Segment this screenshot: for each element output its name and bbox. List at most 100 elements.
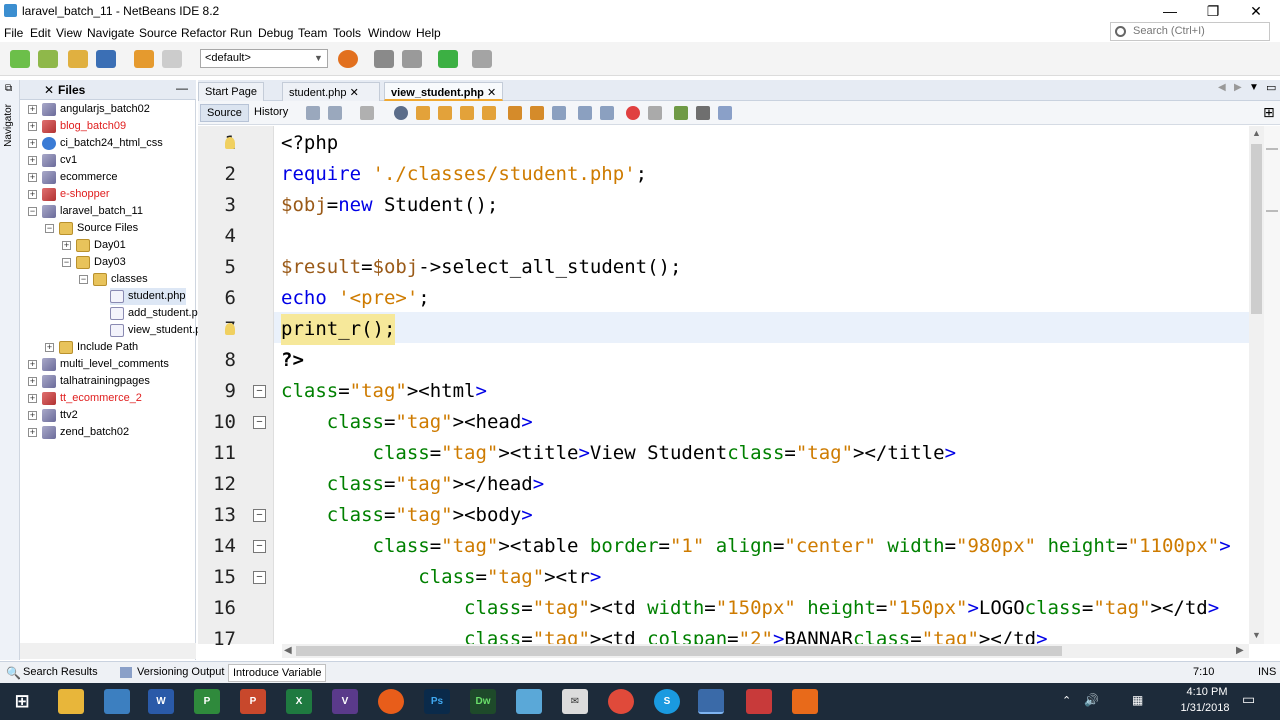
files-hscroll[interactable]	[20, 643, 196, 659]
minimize-button[interactable]: —	[1150, 2, 1190, 20]
expand-icon[interactable]: +	[28, 428, 37, 437]
code-line[interactable]: class="tag"><tr>	[281, 562, 601, 593]
photoshop-icon[interactable]: Ps	[424, 689, 450, 714]
files-title[interactable]: Files	[58, 83, 85, 97]
find-previous-icon[interactable]	[416, 106, 430, 120]
fold-icon[interactable]: −	[253, 509, 266, 522]
tab-student-php[interactable]: student.php ✕	[282, 82, 380, 101]
expand-icon[interactable]: +	[28, 377, 37, 386]
open-project-icon[interactable]	[68, 50, 88, 68]
scroll-down-icon[interactable]: ▼	[1252, 630, 1261, 640]
editor-vscroll[interactable]: ▲ ▼	[1249, 126, 1264, 644]
collapse-icon[interactable]: −	[28, 207, 37, 216]
tree-item-tt-ecommerce-2[interactable]: tt_ecommerce_2	[42, 390, 142, 407]
netbeans-taskbar-icon[interactable]	[698, 689, 724, 714]
tree-item-zend[interactable]: zend_batch02	[42, 424, 129, 441]
search-input[interactable]: Search (Ctrl+I)	[1110, 22, 1270, 41]
code-line[interactable]: class="tag"><body>	[281, 500, 533, 531]
files-close-icon[interactable]: ✕	[44, 83, 54, 97]
shift-left-icon[interactable]	[578, 106, 592, 120]
tree-item-multi-level-comments[interactable]: multi_level_comments	[42, 356, 169, 373]
tree-item-ttv2[interactable]: ttv2	[42, 407, 78, 424]
build-icon[interactable]	[374, 50, 394, 68]
menu-file[interactable]: File	[4, 26, 23, 40]
undo-icon[interactable]	[134, 50, 154, 68]
code-line[interactable]: class="tag"><table border="1" align="cen…	[281, 531, 1231, 562]
source-button[interactable]: Source	[200, 104, 249, 122]
fold-icon[interactable]: −	[253, 571, 266, 584]
tree-item-day03[interactable]: Day03	[76, 254, 126, 271]
mail-icon[interactable]: ✉	[562, 689, 588, 714]
menu-team[interactable]: Team	[298, 26, 327, 40]
expand-icon[interactable]: +	[28, 105, 37, 114]
visio-icon[interactable]: V	[332, 689, 358, 714]
code-line[interactable]: require './classes/student.php';	[281, 159, 647, 190]
clock-date[interactable]: 1/31/2018	[1175, 702, 1235, 714]
tree-item-e-shopper[interactable]: e-shopper	[42, 186, 110, 203]
menu-window[interactable]: Window	[368, 26, 411, 40]
code-line[interactable]: class="tag"><title>View Studentclass="ta…	[281, 438, 957, 469]
menu-tools[interactable]: Tools	[333, 26, 361, 40]
clean-build-icon[interactable]	[402, 50, 422, 68]
toggle-rect-select-icon[interactable]	[482, 106, 496, 120]
tree-item-talhatrainingpages[interactable]: talhatrainingpages	[42, 373, 150, 390]
code-line[interactable]: class="tag"><head>	[281, 407, 533, 438]
restore-window-icon[interactable]: ⧉	[5, 83, 12, 94]
database-icon[interactable]	[718, 106, 732, 120]
code-editor[interactable]: <?php require './classes/student.php'; $ob…	[274, 126, 1249, 644]
code-line[interactable]: class="tag"></head>	[281, 469, 544, 500]
expand-icon[interactable]: +	[28, 394, 37, 403]
tree-item-cv1[interactable]: cv1	[42, 152, 77, 169]
last-edit-icon[interactable]	[306, 106, 320, 120]
find-next-icon[interactable]	[438, 106, 452, 120]
scroll-tabs-left-icon[interactable]: ◀	[1218, 82, 1226, 93]
xampp-icon[interactable]	[792, 689, 818, 714]
tree-item-student-php[interactable]: student.php	[110, 288, 186, 305]
toggle-highlight-icon[interactable]	[460, 106, 474, 120]
next-bookmark-icon[interactable]	[530, 106, 544, 120]
history-button[interactable]: History	[248, 104, 294, 122]
code-line[interactable]: $obj=new Student();	[281, 190, 498, 221]
navigator-tab[interactable]: Navigator	[3, 104, 14, 147]
tab-start-page[interactable]: Start Page	[198, 82, 264, 101]
menu-view[interactable]: View	[56, 26, 82, 40]
media-icon[interactable]	[746, 689, 772, 714]
run-icon[interactable]	[438, 50, 458, 68]
menu-debug[interactable]: Debug	[258, 26, 293, 40]
code-line[interactable]: class="tag"><html>	[281, 376, 487, 407]
expand-icon[interactable]: +	[28, 173, 37, 182]
expand-icon[interactable]: +	[45, 343, 54, 352]
tree-item-ecommerce[interactable]: ecommerce	[42, 169, 117, 186]
comment-icon[interactable]	[674, 106, 688, 120]
network-icon[interactable]: ▦	[1132, 693, 1143, 707]
back-icon[interactable]	[328, 106, 342, 120]
firefox-icon[interactable]	[378, 689, 404, 714]
expand-icon[interactable]: +	[28, 190, 37, 199]
code-line[interactable]: <?php	[281, 128, 338, 159]
code-line[interactable]: class="tag"><td colspan="2">BANNARclass=…	[281, 624, 1048, 644]
tree-item-angularjs[interactable]: angularjs_batch02	[42, 101, 150, 118]
debug-icon[interactable]	[472, 50, 492, 68]
word-icon[interactable]: W	[148, 689, 174, 714]
hint-bulb-icon[interactable]	[225, 137, 235, 149]
menu-edit[interactable]: Edit	[30, 26, 51, 40]
windows-start-icon[interactable]: ⊞	[9, 689, 35, 714]
close-tab-icon[interactable]: ✕	[350, 87, 359, 99]
volume-icon[interactable]: 🔊	[1084, 693, 1099, 707]
expand-icon[interactable]: +	[28, 411, 37, 420]
maximize-editor-icon[interactable]: ▭	[1266, 81, 1276, 94]
file-explorer-icon[interactable]	[58, 689, 84, 714]
chrome-icon[interactable]	[608, 689, 634, 714]
save-all-icon[interactable]	[96, 50, 116, 68]
dreamweaver-icon[interactable]: Dw	[470, 689, 496, 714]
start-macro-icon[interactable]	[626, 106, 640, 120]
stop-macro-icon[interactable]	[648, 106, 662, 120]
tree-item-ci[interactable]: ci_batch24_html_css	[42, 135, 163, 152]
menu-run[interactable]: Run	[230, 26, 252, 40]
close-tab-icon[interactable]: ✕	[487, 87, 496, 99]
code-line[interactable]: class="tag"><td width="150px" height="15…	[281, 593, 1219, 624]
hscroll-thumb[interactable]	[296, 646, 1062, 656]
tree-item-source-files[interactable]: Source Files	[59, 220, 138, 237]
code-line[interactable]: echo '<pre>';	[281, 283, 430, 314]
scroll-right-icon[interactable]: ▶	[1236, 645, 1244, 656]
